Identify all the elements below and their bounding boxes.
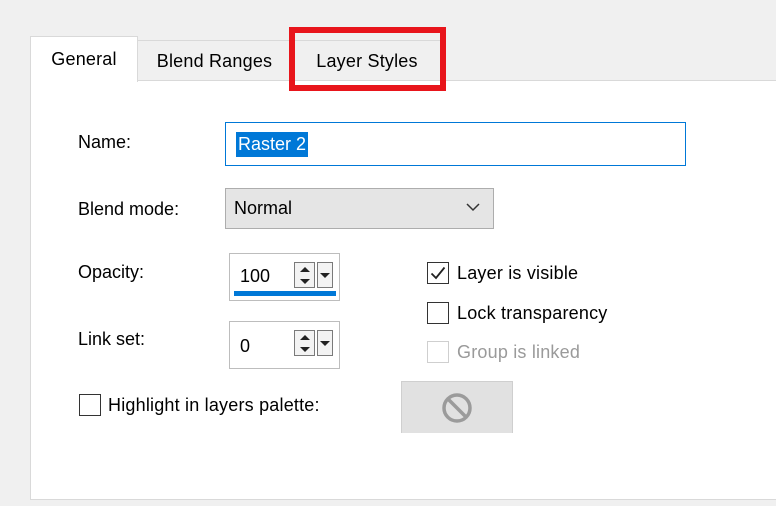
lock-transparency-label: Lock transparency bbox=[457, 303, 608, 323]
arrow-up-icon bbox=[299, 334, 310, 340]
link-set-spinbox[interactable]: 0 bbox=[229, 321, 340, 369]
opacity-spinbox[interactable]: 100 bbox=[229, 253, 340, 301]
highlight-palette-label: Highlight in layers palette: bbox=[108, 395, 320, 415]
opacity-slider-dropdown[interactable] bbox=[317, 262, 333, 288]
chevron-down-icon bbox=[466, 203, 480, 212]
highlight-color-swatch[interactable] bbox=[401, 381, 513, 433]
opacity-value: 100 bbox=[240, 266, 271, 286]
blend-mode-label: Blend mode: bbox=[78, 199, 180, 219]
opacity-level-bar bbox=[234, 291, 336, 296]
arrow-down-icon bbox=[320, 272, 330, 278]
arrow-down-icon bbox=[299, 278, 310, 284]
tab-layer-styles-label: Layer Styles bbox=[316, 50, 418, 71]
blend-mode-value: Normal bbox=[234, 198, 293, 218]
link-set-label: Link set: bbox=[78, 329, 146, 349]
layer-visible-checkbox[interactable] bbox=[427, 262, 449, 284]
opacity-spin-buttons[interactable] bbox=[294, 262, 336, 288]
link-set-up-down-arrows[interactable] bbox=[294, 330, 315, 356]
arrow-up-icon bbox=[299, 266, 310, 272]
tab-general-label: General bbox=[51, 49, 117, 69]
tab-blend-ranges[interactable]: Blend Ranges bbox=[137, 40, 292, 81]
name-input-value: Raster 2 bbox=[236, 131, 309, 157]
layer-visible-label: Layer is visible bbox=[457, 263, 579, 283]
no-symbol-icon bbox=[442, 392, 472, 423]
opacity-label: Opacity: bbox=[78, 262, 145, 282]
link-set-value: 0 bbox=[240, 336, 251, 356]
tab-general[interactable]: General bbox=[30, 36, 138, 82]
link-set-dropdown[interactable] bbox=[317, 330, 333, 356]
layer-properties-dialog: Blend Ranges Layer Styles General Name: … bbox=[0, 0, 776, 506]
tab-layer-styles[interactable]: Layer Styles bbox=[291, 40, 443, 81]
link-set-spin-buttons[interactable] bbox=[294, 330, 336, 356]
tab-blend-ranges-label: Blend Ranges bbox=[156, 50, 273, 71]
group-linked-label: Group is linked bbox=[457, 342, 581, 362]
arrow-down-icon bbox=[299, 346, 310, 352]
name-label: Name: bbox=[78, 132, 132, 152]
name-input[interactable]: Raster 2 bbox=[225, 122, 686, 166]
lock-transparency-checkbox[interactable] bbox=[427, 302, 449, 324]
opacity-up-down-arrows[interactable] bbox=[294, 262, 315, 288]
group-linked-checkbox bbox=[427, 341, 449, 363]
blend-mode-select[interactable]: Normal bbox=[225, 188, 494, 229]
highlight-palette-checkbox[interactable] bbox=[79, 394, 101, 416]
checkmark-icon bbox=[430, 266, 446, 280]
arrow-down-icon bbox=[320, 340, 330, 346]
